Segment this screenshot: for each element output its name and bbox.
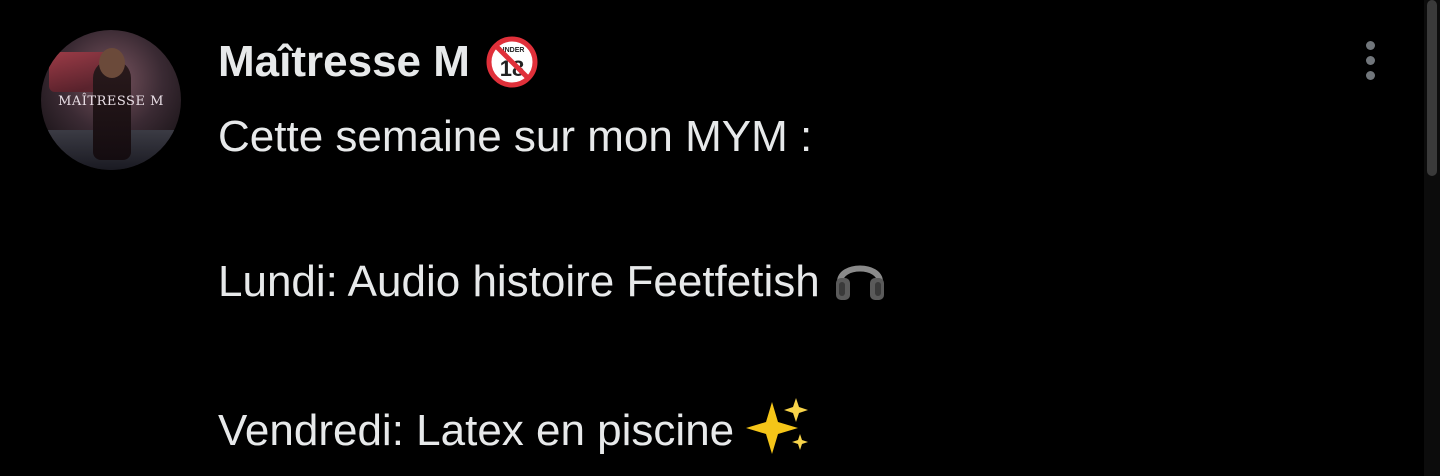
post-text-line: Vendredi: Latex en piscine — [218, 396, 1398, 456]
more-options-button[interactable] — [1352, 34, 1388, 86]
headphones-icon — [832, 252, 888, 317]
author-display-name[interactable]: Maîtresse M — [218, 34, 470, 90]
more-vertical-icon-dot — [1365, 70, 1375, 80]
more-vertical-icon-dot — [1365, 40, 1375, 50]
post: MAÎTRESSE M Maîtresse M UNDER 18 Cette s… — [0, 0, 1440, 476]
avatar-head — [99, 48, 125, 78]
under-18-prohibited-icon: UNDER 18 — [486, 36, 538, 88]
scrollbar-thumb[interactable] — [1427, 0, 1437, 176]
scrollbar[interactable] — [1424, 0, 1440, 476]
post-text-segment: Vendredi: Latex en piscine — [218, 406, 735, 456]
avatar-logo-text: MAÎTRESSE M — [58, 94, 164, 109]
post-text-line: Cette semaine sur mon MYM : — [218, 112, 813, 161]
post-header: Maîtresse M UNDER 18 — [218, 34, 538, 90]
post-text-line: Lundi: Audio histoire Feetfetish — [218, 252, 1398, 310]
post-text-segment: Lundi: Audio histoire Feetfetish — [218, 257, 820, 307]
more-vertical-icon-dot — [1365, 55, 1375, 65]
avatar[interactable]: MAÎTRESSE M — [41, 30, 181, 170]
post-text: Cette semaine sur mon MYM : Lundi: Audio… — [218, 108, 1398, 456]
sparkles-icon — [746, 396, 812, 471]
